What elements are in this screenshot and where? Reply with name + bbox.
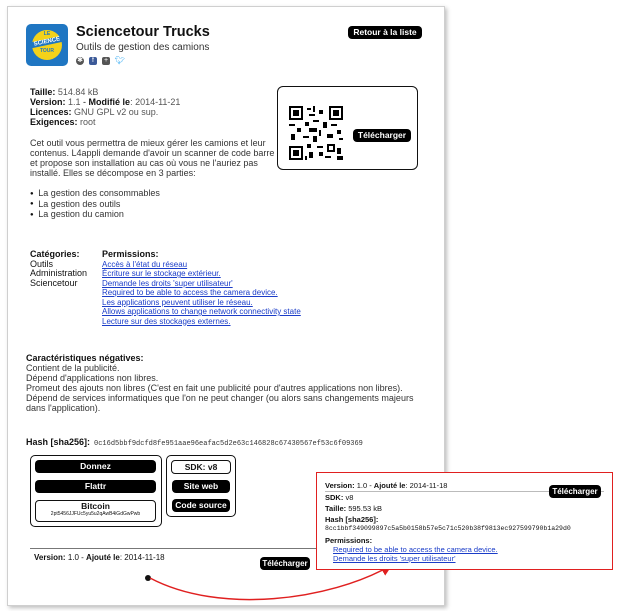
popup-download-button[interactable]: Télécharger bbox=[549, 485, 601, 498]
flattr-button[interactable]: Flattr bbox=[35, 480, 156, 493]
permission-link[interactable]: Demande les droits 'super utilisateur' bbox=[102, 279, 301, 289]
hash-value: 0c16d5bbf9dcfd8fe951aae96eafac5d2e63c146… bbox=[94, 440, 363, 448]
popup-permission-link[interactable]: Demande les droits 'super utilisateur' bbox=[333, 554, 456, 563]
size-label: Taille: bbox=[30, 87, 56, 97]
requirements-label: Exigences: bbox=[30, 117, 78, 127]
donation-box: Donnez Flattr Bitcoin 2pt5456JJFUc5yu5u2… bbox=[30, 455, 162, 527]
popup-added-value: : 2014-11-18 bbox=[405, 481, 448, 490]
list-item: La gestion des outils bbox=[30, 199, 160, 210]
permissions-label: Permissions: bbox=[102, 249, 159, 259]
modified-label: Modifié le bbox=[88, 97, 131, 107]
twitter-icon[interactable]: 🐦︎ bbox=[115, 57, 125, 65]
app-title: Sciencetour Trucks bbox=[76, 24, 210, 40]
permission-link[interactable]: Lecture sur des stockages externes. bbox=[102, 317, 301, 327]
popup-version-label: Version: bbox=[325, 481, 355, 490]
app-logo: LE SCIENCE TOUR bbox=[26, 24, 68, 66]
popup-permissions-label-text: Permissions: bbox=[325, 536, 373, 545]
sdk-badge: SDK: v8 bbox=[171, 460, 231, 474]
old-version-download-button[interactable]: Télécharger bbox=[260, 557, 310, 570]
popup-hash-label-text: Hash [sha256]: bbox=[325, 515, 379, 524]
popup-size-label: Taille: bbox=[325, 504, 347, 513]
app-info: Taille: 514.84 kB Version: 1.1 - Modifié… bbox=[30, 87, 181, 127]
permission-link[interactable]: Allows applications to change network co… bbox=[102, 307, 301, 317]
app-description: Cet outil vous permettra de mieux gérer … bbox=[30, 138, 275, 178]
modified-value: : 2014-11-21 bbox=[130, 97, 181, 107]
negative-features-label: Caractéristiques négatives: bbox=[26, 353, 144, 363]
qr-code-icon[interactable] bbox=[289, 106, 343, 160]
permission-link[interactable]: Accès à l'état du réseau bbox=[102, 260, 301, 270]
category-item: Sciencetour bbox=[30, 277, 78, 288]
logo-line3: TOUR bbox=[39, 48, 55, 54]
back-to-list-button[interactable]: Retour à la liste bbox=[348, 26, 422, 39]
hash-label: Hash [sha256]: bbox=[26, 437, 91, 447]
source-code-button[interactable]: Code source bbox=[172, 499, 230, 512]
bitcoin-label: Bitcoin bbox=[81, 501, 110, 511]
links-box: SDK: v8 Site web Code source bbox=[166, 455, 236, 517]
download-button[interactable]: Télécharger bbox=[353, 129, 411, 142]
bitcoin-address: 2pt5456JJFUc5yu5u2qAwB4iGdGwPwb bbox=[50, 511, 141, 517]
bitcoin-button[interactable]: Bitcoin 2pt5456JJFUc5yu5u2qAwB4iGdGwPwb bbox=[35, 500, 156, 522]
negative-feature-item: Promeut des ajouts non libres (C'est en … bbox=[26, 383, 403, 393]
size-value: 514.84 kB bbox=[57, 87, 99, 97]
version-label: Version: bbox=[30, 97, 66, 107]
version-value: 1.1 bbox=[68, 97, 81, 107]
list-item: La gestion du camion bbox=[30, 209, 160, 220]
popup-hash-value: 8cc1bbf349099897c5a5b0158b57e5c71c520b38… bbox=[325, 525, 571, 532]
donate-button[interactable]: Donnez bbox=[35, 460, 156, 473]
popup-permission-link[interactable]: Required to be able to access the camera… bbox=[333, 545, 498, 554]
old-version-row: Version: 1.0 - Ajouté le: 2014-11-18 bbox=[34, 553, 165, 562]
old-version-value: 1.0 bbox=[67, 553, 79, 562]
permissions-section: Permissions: Accès à l'état du réseau Éc… bbox=[102, 249, 301, 327]
popup-size-value: 595.53 kB bbox=[348, 504, 382, 513]
social-share-bar: ✱ f + 🐦︎ bbox=[76, 57, 125, 65]
negative-feature-item: Dépend d'applications non libres. bbox=[26, 373, 159, 383]
popup-size-row: Taille: 595.53 kB bbox=[325, 504, 382, 513]
popup-permissions-label: Permissions: bbox=[325, 536, 372, 545]
categories-section: Catégories: Outils Administration Scienc… bbox=[30, 249, 87, 288]
popup-added-label: Ajouté le bbox=[373, 481, 406, 490]
permission-link[interactable]: Les applications peuvent utiliser le rés… bbox=[102, 298, 301, 308]
negative-features-section: Caractéristiques négatives: Contient de … bbox=[26, 353, 426, 413]
hash-row: Hash [sha256]: 0c16d5bbf9dcfd8fe951aae96e… bbox=[26, 437, 363, 448]
old-added-value: : 2014-11-18 bbox=[119, 553, 165, 562]
popup-version-row: Version: 1.0 - Ajouté le: 2014-11-18 bbox=[325, 481, 448, 490]
popup-permission-link-text[interactable]: Required to be able to access the camera… bbox=[333, 545, 498, 554]
popup-version-value: 1.0 bbox=[356, 481, 368, 490]
download-box: Télécharger bbox=[277, 86, 418, 170]
requirements-value: root bbox=[80, 117, 96, 127]
old-added-label: Ajouté le bbox=[86, 553, 120, 562]
website-button[interactable]: Site web bbox=[172, 480, 230, 493]
popup-sdk-row: SDK: v8 bbox=[325, 493, 353, 502]
popup-sdk-value: v8 bbox=[345, 493, 354, 502]
share-icon[interactable]: ✱ bbox=[76, 57, 84, 65]
negative-feature-item: Contient de la publicité. bbox=[26, 363, 120, 373]
negative-feature-item: Dépend de services informatiques que l'o… bbox=[26, 393, 414, 413]
popup-hash-label: Hash [sha256]: bbox=[325, 515, 378, 524]
old-version-label: Version: bbox=[34, 553, 66, 562]
popup-permission-link-text[interactable]: Demande les droits 'super utilisateur' bbox=[333, 554, 456, 563]
licence-label: Licences: bbox=[30, 107, 72, 117]
app-subtitle: Outils de gestion des camions bbox=[76, 42, 210, 53]
licence-value: GNU GPL v2 ou sup. bbox=[74, 107, 159, 117]
facebook-icon[interactable]: f bbox=[89, 57, 97, 65]
list-item: La gestion des consommables bbox=[30, 188, 160, 199]
version-detail-popup: Version: 1.0 - Ajouté le: 2014-11-18 SDK… bbox=[316, 472, 613, 570]
permission-link[interactable]: Écriture sur le stockage extérieur. bbox=[102, 269, 301, 279]
categories-label: Catégories: bbox=[30, 249, 80, 259]
popup-sdk-label: SDK: bbox=[325, 493, 344, 502]
permission-link[interactable]: Required to be able to access the camera… bbox=[102, 288, 301, 298]
feature-list: La gestion des consommables La gestion d… bbox=[30, 188, 160, 220]
plus-icon[interactable]: + bbox=[102, 57, 110, 65]
